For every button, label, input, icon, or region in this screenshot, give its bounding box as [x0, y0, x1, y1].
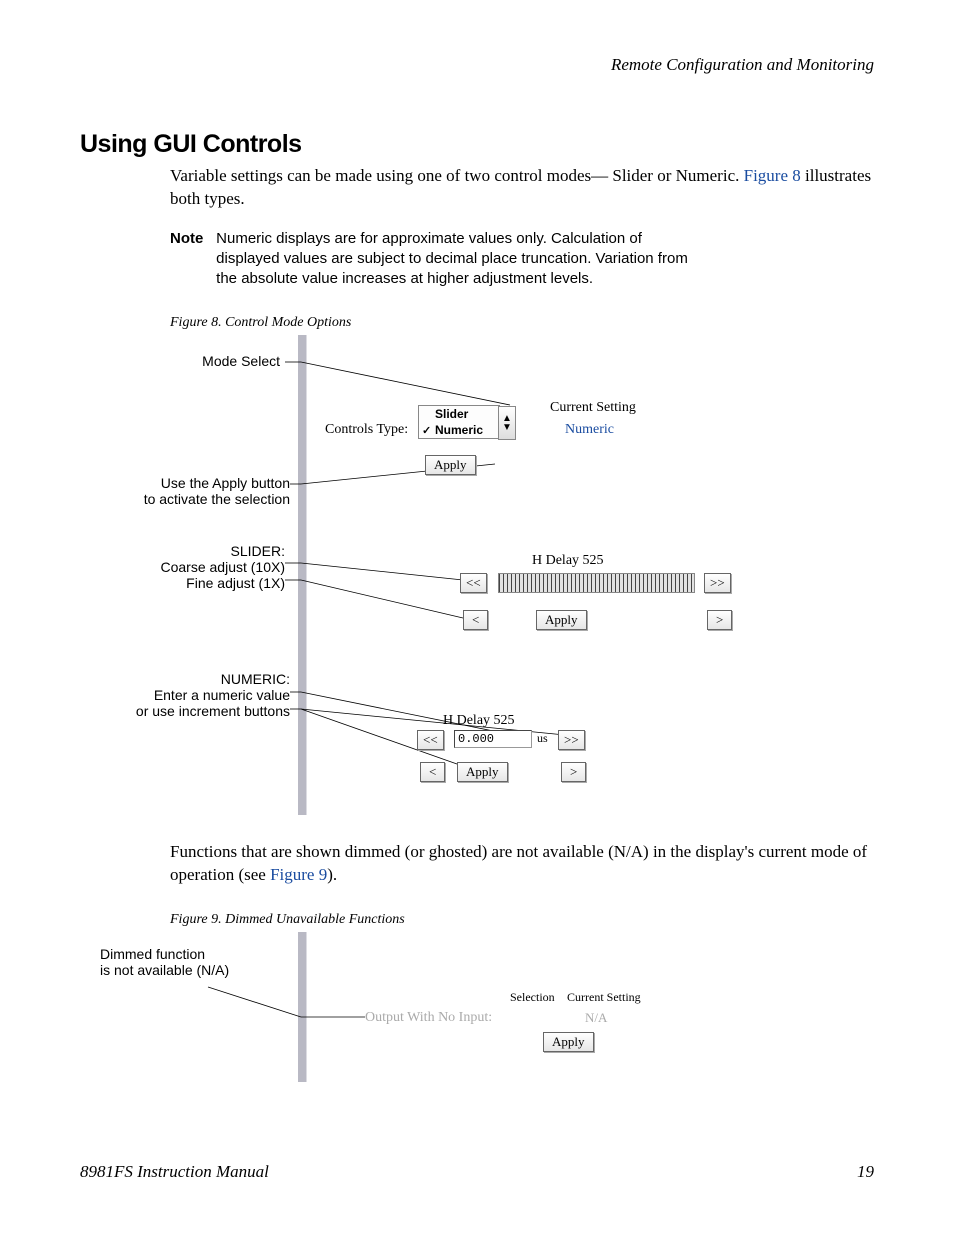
- apply-button-f9[interactable]: Apply: [543, 1032, 594, 1052]
- figure9-link[interactable]: Figure 9: [270, 865, 327, 884]
- anno-slider: SLIDER: Coarse adjust (10X) Fine adjust …: [110, 543, 285, 591]
- footer-manual-title: 8981FS Instruction Manual: [80, 1162, 269, 1182]
- figure8-link[interactable]: Figure 8: [744, 166, 801, 185]
- dropdown-option-numeric[interactable]: ✓ Numeric: [419, 422, 499, 438]
- numeric-fine-left-button[interactable]: <: [420, 762, 445, 782]
- current-setting-header: Current Setting: [550, 400, 636, 416]
- na-value: N/A: [585, 1010, 607, 1026]
- note-block: Note Numeric displays are for approximat…: [170, 229, 874, 290]
- figure9: Dimmed function is not available (N/A) S…: [170, 932, 874, 1092]
- controls-type-dropdown[interactable]: Slider ✓Numeric ▲▼: [418, 405, 500, 439]
- page-section-header: Remote Configuration and Monitoring: [80, 55, 874, 75]
- anno-dimmed: Dimmed function is not available (N/A): [100, 946, 290, 978]
- dimmed-text-b: ).: [327, 865, 337, 884]
- dropdown-option-slider[interactable]: Slider: [419, 406, 499, 422]
- slider-coarse-left-button[interactable]: <<: [460, 573, 487, 593]
- dropdown-option-numeric-label: Numeric: [435, 423, 483, 437]
- intro-text-a: Variable settings can be made using one …: [170, 166, 744, 185]
- figure8: Mode Select Use the Apply button to acti…: [170, 335, 874, 835]
- selection-header: Selection: [510, 990, 555, 1005]
- figure9-side-bar: [298, 932, 307, 1082]
- slider-track[interactable]: [498, 573, 695, 593]
- page-footer: 8981FS Instruction Manual 19: [80, 1162, 874, 1182]
- figure9-caption: Figure 9. Dimmed Unavailable Functions: [170, 912, 874, 928]
- numeric-unit: us: [537, 731, 548, 746]
- slider-coarse-right-button[interactable]: >>: [704, 573, 731, 593]
- numeric-title: H Delay 525: [443, 713, 515, 729]
- figure8-side-bar: [298, 335, 307, 815]
- slider-fine-right-button[interactable]: >: [707, 610, 732, 630]
- output-no-input-label: Output With No Input:: [365, 1010, 492, 1026]
- figure8-caption: Figure 8. Control Mode Options: [170, 315, 874, 331]
- anno-numeric: NUMERIC: Enter a numeric value or use in…: [90, 671, 290, 719]
- anno-apply: Use the Apply button to activate the sel…: [95, 475, 290, 507]
- numeric-fine-right-button[interactable]: >: [561, 762, 586, 782]
- intro-paragraph: Variable settings can be made using one …: [170, 165, 874, 211]
- numeric-coarse-right-button[interactable]: >>: [558, 730, 585, 750]
- slider-title: H Delay 525: [532, 553, 604, 569]
- current-setting-header-f9: Current Setting: [567, 990, 641, 1005]
- note-text: Numeric displays are for approximate val…: [216, 229, 706, 290]
- slider-fine-left-button[interactable]: <: [463, 610, 488, 630]
- apply-button-numeric[interactable]: Apply: [457, 762, 508, 782]
- note-label: Note: [170, 229, 212, 249]
- dropdown-arrow-icon[interactable]: ▲▼: [498, 406, 516, 440]
- check-icon: ✓: [422, 424, 431, 437]
- footer-page-number: 19: [857, 1162, 874, 1182]
- dimmed-paragraph: Functions that are shown dimmed (or ghos…: [170, 841, 874, 887]
- numeric-coarse-left-button[interactable]: <<: [417, 730, 444, 750]
- current-setting-value: Numeric: [565, 422, 614, 438]
- apply-button-top[interactable]: Apply: [425, 455, 476, 475]
- heading-using-gui-controls: Using GUI Controls: [80, 130, 874, 159]
- controls-type-label: Controls Type:: [325, 422, 408, 438]
- apply-button-slider[interactable]: Apply: [536, 610, 587, 630]
- anno-mode-select: Mode Select: [130, 353, 280, 369]
- numeric-value-input[interactable]: 0.000: [454, 730, 532, 748]
